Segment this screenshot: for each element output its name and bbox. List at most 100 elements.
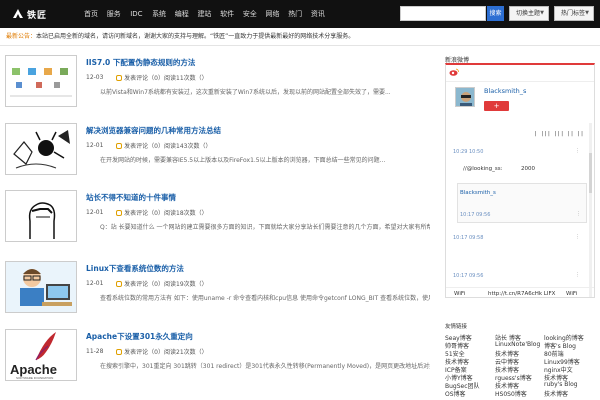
nav-item-security[interactable]: 安全 bbox=[239, 0, 261, 28]
post-thumbnail[interactable] bbox=[5, 261, 77, 313]
nav-item-website[interactable]: 建站 bbox=[193, 0, 215, 28]
post-title[interactable]: IIS7.0 下配置伪静态规则的方法 bbox=[86, 57, 195, 68]
more-icon[interactable]: ⋮ bbox=[575, 272, 580, 278]
comment-icon bbox=[116, 142, 123, 149]
post-views: 阅读143次数（） bbox=[164, 143, 212, 150]
feed-scrollbar[interactable] bbox=[589, 123, 592, 297]
post-views: 阅读11次数（） bbox=[164, 75, 208, 82]
nav-item-programming[interactable]: 编程 bbox=[171, 0, 193, 28]
search-input[interactable] bbox=[400, 6, 486, 21]
more-icon[interactable]: ⋮ bbox=[576, 211, 581, 217]
comment-icon bbox=[116, 74, 123, 81]
friend-link[interactable]: ruby's Blog bbox=[544, 381, 578, 388]
feed-time[interactable]: 10:17 09:58 bbox=[453, 235, 483, 241]
feed-time[interactable]: 10:17 09:56 bbox=[453, 273, 483, 279]
follow-button[interactable]: + bbox=[484, 101, 509, 111]
nav-item-network[interactable]: 网络 bbox=[262, 0, 284, 28]
friend-links-title: 友情链接 bbox=[445, 324, 468, 330]
search-button[interactable]: 搜索 bbox=[487, 6, 504, 21]
post-comments[interactable]: 发表评论（0） bbox=[116, 141, 164, 150]
nav-item-software[interactable]: 软件 bbox=[216, 0, 238, 28]
anvil-icon bbox=[13, 9, 23, 18]
feed-text: WiFi bbox=[454, 291, 466, 297]
avatar-image bbox=[456, 88, 474, 106]
friend-link[interactable]: OS博客 bbox=[445, 389, 466, 398]
weibo-feed: | ||| ||| || || 10:29 10:50 ⋮ //@looking… bbox=[449, 123, 587, 297]
announcement-text[interactable]: 本站已启用全新的域名，请访问新域名，谢谢大家的支持与理解。“铁匠”一直致力于提供… bbox=[36, 33, 354, 40]
announcement-label: 最新公告： bbox=[6, 33, 37, 40]
post-title[interactable]: 站长不得不知道的十件事情 bbox=[86, 192, 176, 203]
post-excerpt: 在搜索引擎中，301重定向 301跳转（301 redirect）是301代表永… bbox=[100, 363, 430, 370]
feed-text: | ||| ||| || || bbox=[534, 131, 584, 137]
more-icon[interactable]: ⋮ bbox=[575, 148, 580, 154]
feed-time[interactable]: 10:17 09:56 bbox=[460, 212, 490, 218]
tags-dropdown[interactable]: 热门标签 ▼ bbox=[554, 6, 594, 21]
weibo-icon bbox=[449, 68, 459, 76]
nav-item-system[interactable]: 系统 bbox=[148, 0, 170, 28]
scrollbar-thumb[interactable] bbox=[589, 153, 592, 193]
post-date: 12-01 bbox=[86, 142, 104, 149]
thumbnail-image bbox=[6, 262, 76, 312]
site-logo[interactable]: 铁匠 bbox=[12, 7, 47, 21]
comment-count: 发表评论（0） bbox=[124, 349, 164, 356]
nav-item-idc[interactable]: IDC bbox=[125, 0, 147, 28]
comment-count: 发表评论（0） bbox=[124, 281, 164, 288]
post-thumbnail[interactable] bbox=[5, 123, 77, 175]
theme-dropdown-label: 切换主题 bbox=[516, 10, 541, 17]
feed-card[interactable]: Blacksmith_s 10:17 09:56 ⋮ bbox=[457, 183, 587, 223]
post-item: IIS7.0 下配置伪静态规则的方法 12-03 发表评论（0） 阅读11次数（… bbox=[5, 55, 435, 115]
nav-item-service[interactable]: 服务 bbox=[103, 0, 125, 28]
post-item: 站长不得不知道的十件事情 12-01 发表评论（0） 阅读18次数（） Q：站 … bbox=[5, 190, 435, 250]
feed-time[interactable]: 10:29 10:50 bbox=[453, 149, 483, 155]
announcement-bar: 最新公告：本站已启用全新的域名，请访问新域名，谢谢大家的支持与理解。“铁匠”一直… bbox=[6, 32, 354, 42]
comment-icon bbox=[116, 348, 123, 355]
post-views: 阅读21次数（） bbox=[164, 349, 208, 356]
apache-logo-thumbnail: Apache SOFTWARE FOUNDATION bbox=[6, 330, 76, 380]
top-navbar: 铁匠 首页 服务 IDC 系统 编程 建站 软件 安全 网络 热门 资讯 搜索 … bbox=[0, 0, 600, 28]
thumbnail-image bbox=[6, 56, 76, 106]
friend-link[interactable]: 技术博客 bbox=[544, 389, 568, 398]
post-date: 12-03 bbox=[86, 74, 104, 81]
nav-item-hot[interactable]: 热门 bbox=[284, 0, 306, 28]
post-comments[interactable]: 发表评论（0） bbox=[116, 279, 164, 288]
feed-link[interactable]: http://t.cn/R7A6cHk LIFX bbox=[488, 291, 555, 297]
post-thumbnail[interactable] bbox=[5, 190, 77, 242]
post-comments[interactable]: 发表评论（0） bbox=[116, 208, 164, 217]
friend-link[interactable]: LinuxNote'Blog bbox=[495, 341, 540, 348]
post-title[interactable]: Linux下查看系统位数的方法 bbox=[86, 263, 184, 274]
chevron-down-icon: ▼ bbox=[585, 10, 589, 16]
friend-links: Seay博客 站长 博客 looking的博客 帅哥博客 LinuxNote'B… bbox=[445, 333, 597, 400]
post-item: Linux下查看系统位数的方法 12-01 发表评论（0） 阅读19次数（） 查… bbox=[5, 261, 435, 321]
theme-dropdown[interactable]: 切换主题 ▼ bbox=[509, 6, 549, 21]
post-comments[interactable]: 发表评论（0） bbox=[116, 73, 164, 82]
post-item: 解决浏览器兼容问题的几种常用方法总结 12-01 发表评论（0） 阅读143次数… bbox=[5, 123, 435, 183]
post-excerpt: Q：站 长要知道什么 一个网站的建立需要很多方面的知识，下面就给大家分享站长们需… bbox=[100, 224, 430, 231]
post-comments[interactable]: 发表评论（0） bbox=[116, 347, 164, 356]
post-excerpt: 以前Vista和Win7系统都有安装过，这次重新安装了Win7系统以后，发现以前… bbox=[100, 89, 391, 96]
comment-count: 发表评论（0） bbox=[124, 75, 164, 82]
friend-link[interactable]: HS0S0博客 bbox=[495, 389, 527, 398]
nav-item-home[interactable]: 首页 bbox=[80, 0, 102, 28]
logo-text: 铁匠 bbox=[27, 10, 48, 21]
tags-dropdown-label: 热门标签 bbox=[561, 10, 586, 17]
post-meta: 12-03 发表评论（0） 阅读11次数（） bbox=[86, 73, 208, 82]
post-title[interactable]: 解决浏览器兼容问题的几种常用方法总结 bbox=[86, 125, 221, 136]
feed-text: //@looking_ss: bbox=[463, 166, 503, 172]
post-date: 12-01 bbox=[86, 280, 104, 287]
post-meta: 12-01 发表评论（0） 阅读18次数（） bbox=[86, 208, 208, 217]
nav-item-news[interactable]: 资讯 bbox=[307, 0, 329, 28]
feed-card-user[interactable]: Blacksmith_s bbox=[460, 190, 496, 196]
post-item: Apache SOFTWARE FOUNDATION Apache下设置301永… bbox=[5, 329, 435, 389]
comment-count: 发表评论（0） bbox=[124, 210, 164, 217]
avatar[interactable] bbox=[455, 87, 475, 107]
post-title[interactable]: Apache下设置301永久重定向 bbox=[86, 331, 193, 342]
thumbnail-image bbox=[6, 191, 76, 241]
more-icon[interactable]: ⋮ bbox=[575, 234, 580, 240]
weibo-username[interactable]: Blacksmith_s bbox=[484, 87, 526, 95]
post-thumbnail[interactable] bbox=[5, 55, 77, 107]
post-date: 12-01 bbox=[86, 209, 104, 216]
post-date: 11-28 bbox=[86, 348, 104, 355]
post-views: 阅读19次数（） bbox=[164, 281, 208, 288]
post-thumbnail[interactable]: Apache SOFTWARE FOUNDATION bbox=[5, 329, 77, 381]
post-meta: 12-01 发表评论（0） 阅读19次数（） bbox=[86, 279, 208, 288]
